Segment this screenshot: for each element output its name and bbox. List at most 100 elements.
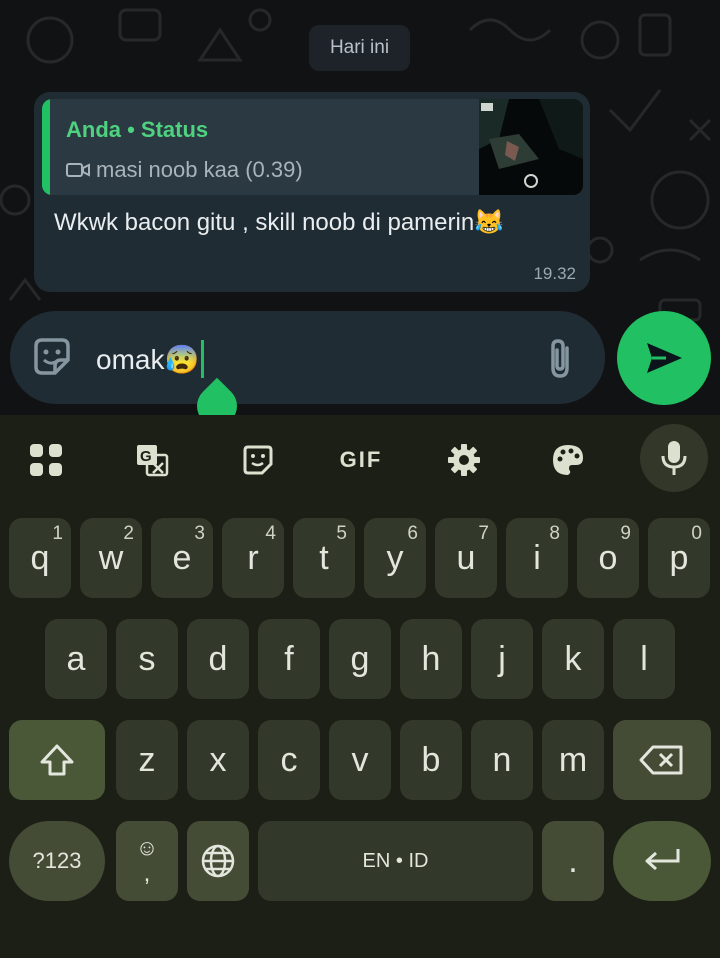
key-z[interactable]: z <box>116 720 178 800</box>
key-s[interactable]: s <box>116 619 178 699</box>
key-hint: 9 <box>620 523 631 544</box>
period-key[interactable]: . <box>542 821 604 901</box>
symbols-key[interactable]: ?123 <box>9 821 105 901</box>
date-label: Hari ini <box>329 37 390 58</box>
key-hint: 3 <box>194 523 205 544</box>
comma-label: , <box>143 860 151 887</box>
shift-icon <box>40 744 74 776</box>
key-i[interactable]: i8 <box>506 518 568 598</box>
key-label: p <box>669 538 689 577</box>
key-hint: 1 <box>52 523 63 544</box>
key-h[interactable]: h <box>400 619 462 699</box>
space-key[interactable]: EN • ID <box>258 821 533 901</box>
key-k[interactable]: k <box>542 619 604 699</box>
key-t[interactable]: t5 <box>293 518 355 598</box>
key-label: b <box>421 740 441 779</box>
message-text: Wkwk bacon gitu , skill noob di pamerin😹 <box>54 209 505 236</box>
translate-icon[interactable]: G <box>134 440 170 480</box>
enter-key[interactable] <box>613 821 711 901</box>
key-r[interactable]: r4 <box>222 518 284 598</box>
svg-text:G: G <box>140 448 152 465</box>
language-key[interactable] <box>187 821 249 901</box>
key-label: z <box>138 740 156 779</box>
key-label: c <box>280 740 298 779</box>
key-a[interactable]: a <box>45 619 107 699</box>
key-j[interactable]: j <box>471 619 533 699</box>
mic-button[interactable] <box>640 424 708 492</box>
space-label: EN • ID <box>362 849 429 872</box>
key-label: v <box>351 740 369 779</box>
status-thumbnail <box>479 99 583 195</box>
key-hint: 5 <box>336 523 347 544</box>
key-label: w <box>98 538 124 577</box>
key-l[interactable]: l <box>613 619 675 699</box>
quote-subtitle-text: masi noob kaa (0.39) <box>96 157 303 182</box>
key-label: r <box>247 538 259 577</box>
quoted-status[interactable]: Anda • Status masi noob kaa (0.39) <box>42 99 583 195</box>
key-label: l <box>640 639 648 678</box>
key-v[interactable]: v <box>329 720 391 800</box>
apps-grid-icon[interactable] <box>28 440 64 480</box>
key-m[interactable]: m <box>542 720 604 800</box>
sticker-keyboard-icon[interactable] <box>240 440 276 480</box>
key-u[interactable]: u7 <box>435 518 497 598</box>
backspace-icon <box>639 745 683 775</box>
key-g[interactable]: g <box>329 619 391 699</box>
period-label: . <box>568 841 578 880</box>
sticker-icon[interactable] <box>31 336 73 378</box>
key-label: n <box>492 740 512 779</box>
key-w[interactable]: w2 <box>80 518 142 598</box>
key-label: u <box>456 538 476 577</box>
gif-button[interactable]: GIF <box>336 440 386 480</box>
attach-icon[interactable] <box>545 336 575 380</box>
key-label: q <box>30 538 50 577</box>
key-f[interactable]: f <box>258 619 320 699</box>
message-time: 19.32 <box>533 264 576 283</box>
key-label: a <box>66 639 86 678</box>
gif-label: GIF <box>339 447 383 472</box>
palette-icon[interactable] <box>550 440 586 480</box>
globe-icon <box>201 844 235 878</box>
key-label: t <box>319 538 329 577</box>
quote-accent-bar <box>42 99 50 195</box>
key-hint: 0 <box>691 523 702 544</box>
quote-title: Anda • Status <box>66 117 209 142</box>
message-input-bar[interactable]: omak😰 <box>10 311 605 404</box>
input-value: omak😰 <box>96 343 200 375</box>
key-hint: 8 <box>549 523 560 544</box>
key-label: s <box>138 639 156 678</box>
key-hint: 2 <box>123 523 134 544</box>
key-hint: 7 <box>478 523 489 544</box>
key-e[interactable]: e3 <box>151 518 213 598</box>
key-d[interactable]: d <box>187 619 249 699</box>
key-label: d <box>208 639 228 678</box>
key-label: f <box>284 639 294 678</box>
key-label: e <box>172 538 192 577</box>
shift-key[interactable] <box>9 720 105 800</box>
key-label: h <box>421 639 441 678</box>
key-label: x <box>209 740 227 779</box>
message-bubble[interactable]: Anda • Status masi noob kaa (0.39) Wkwk … <box>34 92 590 292</box>
settings-icon[interactable] <box>446 440 482 480</box>
key-label: j <box>498 639 506 678</box>
key-o[interactable]: o9 <box>577 518 639 598</box>
key-c[interactable]: c <box>258 720 320 800</box>
quote-subtitle: masi noob kaa (0.39) <box>66 157 303 183</box>
key-label: y <box>386 538 404 577</box>
key-x[interactable]: x <box>187 720 249 800</box>
emoji-icon: ☺ <box>135 835 159 860</box>
text-caret <box>201 340 205 378</box>
chat-area: Hari ini Anda • Status masi noob kaa (0.… <box>0 0 720 415</box>
key-p[interactable]: p0 <box>648 518 710 598</box>
key-hint: 4 <box>265 523 276 544</box>
send-button[interactable] <box>617 311 711 405</box>
key-label: m <box>558 740 588 779</box>
backspace-key[interactable] <box>613 720 711 800</box>
key-n[interactable]: n <box>471 720 533 800</box>
key-y[interactable]: y6 <box>364 518 426 598</box>
message-input[interactable]: omak😰 <box>96 340 205 378</box>
key-label: g <box>350 639 370 678</box>
key-b[interactable]: b <box>400 720 462 800</box>
key-q[interactable]: q1 <box>9 518 71 598</box>
emoji-comma-key[interactable]: ☺ , <box>116 821 178 901</box>
